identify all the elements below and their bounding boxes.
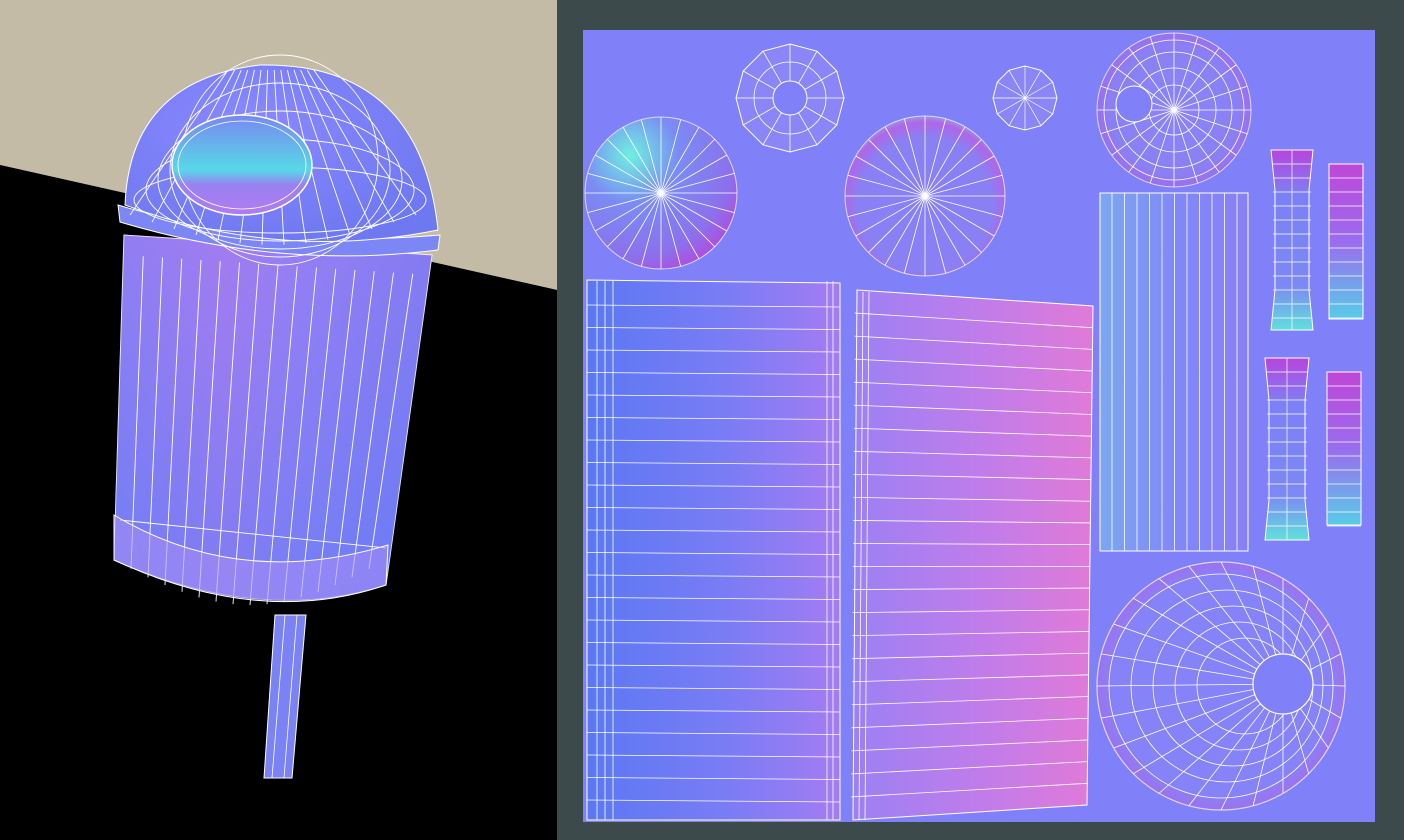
uv-island-lid-dome-top[interactable] — [1096, 32, 1252, 188]
uv-island-small-disc[interactable] — [584, 116, 738, 270]
uv-island-bin-body-right[interactable] — [851, 289, 1094, 821]
uv-island-bin-body-left[interactable] — [586, 279, 841, 821]
uv-editor-panel[interactable] — [557, 0, 1404, 840]
uv-island-lid-dome-bottom[interactable] — [1096, 561, 1346, 811]
uv-canvas[interactable] — [557, 0, 1404, 840]
viewport-canvas[interactable] — [0, 0, 557, 840]
uv-island-narrow-strip[interactable] — [1099, 192, 1249, 552]
3d-viewport[interactable] — [0, 0, 557, 840]
uv-island-medium-disc[interactable] — [844, 115, 1006, 277]
lid-hole — [171, 114, 313, 216]
